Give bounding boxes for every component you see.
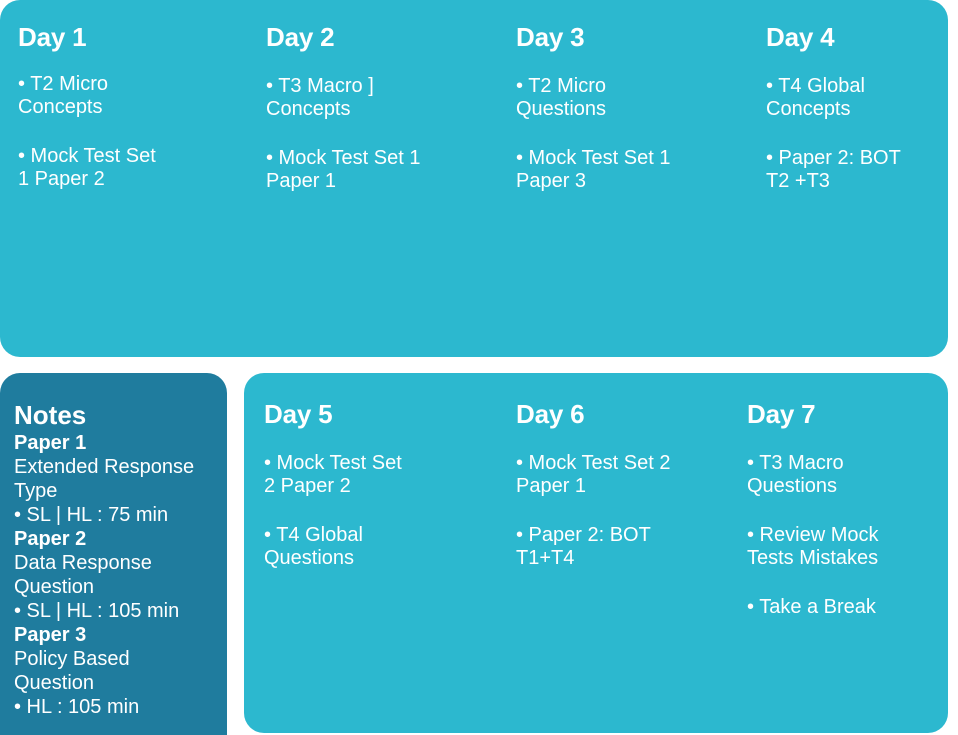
task-item: • Take a Break	[747, 596, 876, 619]
note-heading: Paper 1	[14, 431, 87, 454]
task-list: • T3 Macro Questions • Review Mock Tests…	[747, 452, 940, 619]
task-item: • T4 Global Questions	[264, 524, 363, 570]
day-card-day-1: Day 1 • T2 Micro Concepts • Mock Test Se…	[0, 0, 250, 357]
task-item: • T4 Global Concepts	[766, 75, 865, 121]
note-text: Policy Based Question	[14, 647, 130, 694]
task-item: • Mock Test Set 1 Paper 1	[266, 147, 421, 193]
day-title: Day 7	[747, 399, 816, 429]
task-item: • Mock Test Set 1 Paper 2	[18, 145, 156, 191]
note-text: Extended Response Type	[14, 455, 195, 502]
top-week-panel: Day 1 • T2 Micro Concepts • Mock Test Se…	[0, 0, 948, 357]
note-bullet: • SL | HL : 75 min	[14, 503, 169, 526]
notes-list: Paper 1 Extended Response Type • SL | HL…	[14, 431, 217, 719]
notes-panel: Notes Paper 1 Extended Response Type • S…	[0, 373, 227, 735]
note-text: Data Response Question	[14, 551, 152, 598]
note-bullet: • SL | HL : 105 min	[14, 599, 180, 622]
task-item: • Paper 2: BOT T2 +T3	[766, 147, 901, 193]
note-heading: Paper 2	[14, 527, 87, 550]
note-heading: Paper 3	[14, 623, 87, 646]
task-item: • T2 Micro Concepts	[18, 73, 108, 119]
task-list: • Mock Test Set 2 Paper 2 • T4 Global Qu…	[264, 452, 490, 570]
task-list: • T2 Micro Concepts • Mock Test Set 1 Pa…	[18, 73, 242, 191]
task-item: • T3 Macro Questions	[747, 452, 844, 498]
study-plan-board: Day 1 • T2 Micro Concepts • Mock Test Se…	[0, 0, 958, 735]
task-item: • Paper 2: BOT T1+T4	[516, 524, 651, 570]
task-list: • T4 Global Concepts • Paper 2: BOT T2 +…	[766, 75, 940, 193]
day-card-day-6: Day 6 • Mock Test Set 2 Paper 1 • Paper …	[498, 373, 734, 733]
day-title: Day 6	[516, 399, 585, 429]
day-card-day-3: Day 3 • T2 Micro Questions • Mock Test S…	[500, 0, 750, 357]
day-card-day-2: Day 2 • T3 Macro ] Concepts • Mock Test …	[250, 0, 500, 357]
task-list: • Mock Test Set 2 Paper 1 • Paper 2: BOT…	[516, 452, 726, 570]
task-list: • T2 Micro Questions • Mock Test Set 1 P…	[516, 75, 742, 193]
notes-title: Notes	[14, 400, 87, 430]
day-title: Day 1	[18, 22, 87, 52]
task-item: • T2 Micro Questions	[516, 75, 607, 121]
day-title: Day 5	[264, 399, 333, 429]
note-bullet: • HL : 105 min	[14, 695, 140, 718]
task-item: • Mock Test Set 1 Paper 3	[516, 147, 671, 193]
bottom-week-panel: Day 5 • Mock Test Set 2 Paper 2 • T4 Glo…	[244, 373, 948, 733]
day-title: Day 4	[766, 22, 835, 52]
day-card-day-4: Day 4 • T4 Global Concepts • Paper 2: BO…	[750, 0, 948, 357]
task-item: • Mock Test Set 2 Paper 2	[264, 452, 402, 498]
day-title: Day 2	[266, 22, 335, 52]
day-card-day-7: Day 7 • T3 Macro Questions • Review Mock…	[734, 373, 948, 733]
day-card-day-5: Day 5 • Mock Test Set 2 Paper 2 • T4 Glo…	[244, 373, 498, 733]
task-item: • T3 Macro ] Concepts	[266, 75, 374, 121]
task-list: • T3 Macro ] Concepts • Mock Test Set 1 …	[266, 75, 492, 193]
task-item: • Review Mock Tests Mistakes	[747, 524, 879, 570]
day-title: Day 3	[516, 22, 585, 52]
task-item: • Mock Test Set 2 Paper 1	[516, 452, 671, 498]
